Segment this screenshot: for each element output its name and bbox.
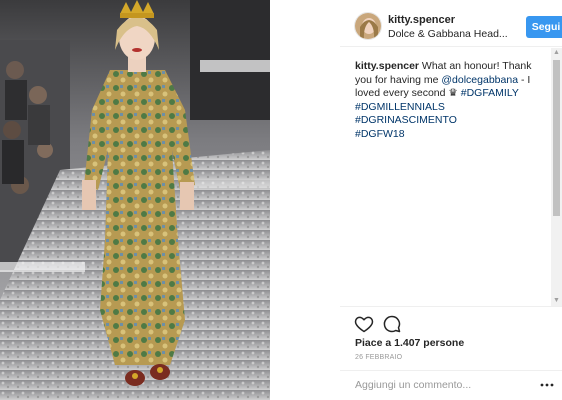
hashtag-dgrinascimento[interactable]: #DGRINASCIMENTO xyxy=(355,114,545,128)
post-caption: kitty.spencer What an honour! Thank you … xyxy=(355,60,545,142)
avatar[interactable] xyxy=(354,12,382,40)
divider xyxy=(340,306,562,307)
post-photo[interactable] xyxy=(0,0,270,400)
comment-icon[interactable] xyxy=(382,314,402,334)
hashtag-dgfw18[interactable]: #DGFW18 xyxy=(355,128,545,142)
scroll-thumb[interactable] xyxy=(553,60,560,216)
crown-emoji-icon: ♛ xyxy=(448,87,458,100)
caption-scrollbar[interactable]: ▲ ▼ xyxy=(551,48,562,306)
likes-count[interactable]: Piace a 1.407 persone xyxy=(355,337,464,349)
post-date: 26 FEBBRAIO xyxy=(355,354,403,361)
heart-icon[interactable] xyxy=(354,314,374,334)
comment-input[interactable] xyxy=(355,376,535,394)
divider xyxy=(340,370,562,371)
caption-username[interactable]: kitty.spencer xyxy=(355,60,419,72)
scroll-up-arrow-icon[interactable]: ▲ xyxy=(551,48,562,58)
post-header: kitty.spencer Dolce & Gabbana Head... Se… xyxy=(354,12,562,46)
username-link[interactable]: kitty.spencer xyxy=(388,14,455,26)
divider xyxy=(340,46,562,47)
hashtag-dgmillennials[interactable]: #DGMILLENNIALS xyxy=(355,101,545,115)
runway-photo xyxy=(0,0,270,400)
scroll-down-arrow-icon[interactable]: ▼ xyxy=(551,296,562,306)
more-options-icon[interactable] xyxy=(540,378,554,392)
location-link[interactable]: Dolce & Gabbana Head... xyxy=(388,28,508,40)
spacer xyxy=(270,0,340,400)
mention-link[interactable]: @dolcegabbana xyxy=(441,74,518,86)
follow-button[interactable]: Segui xyxy=(526,16,562,38)
hashtag-dgfamily[interactable]: #DGFAMILY xyxy=(461,87,519,99)
post-details-panel: kitty.spencer Dolce & Gabbana Head... Se… xyxy=(340,0,562,400)
